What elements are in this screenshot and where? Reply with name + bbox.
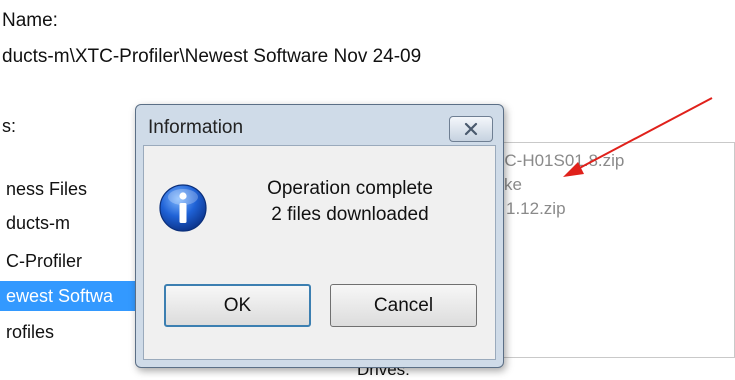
information-dialog: Information Operation complete 2 files d…	[135, 104, 504, 368]
directories-label: s:	[2, 116, 17, 136]
dialog-body: Operation complete 2 files downloaded OK…	[143, 145, 496, 360]
name-label: Name:	[2, 10, 58, 31]
info-icon	[159, 184, 207, 232]
ok-button[interactable]: OK	[164, 284, 311, 327]
directory-item[interactable]: ducts-m	[0, 208, 70, 238]
path-text: ducts-m\XTC-Profiler\Newest Software Nov…	[2, 46, 422, 67]
dialog-title: Information	[148, 117, 244, 138]
close-icon	[464, 122, 478, 136]
message-line-1: Operation complete	[267, 178, 433, 199]
directory-item[interactable]: C-Profiler	[0, 246, 82, 276]
message-line-2: 2 files downloaded	[271, 204, 429, 225]
file-item[interactable]: ke	[504, 175, 522, 195]
directory-item[interactable]: ness Files	[0, 174, 87, 204]
cancel-button[interactable]: Cancel	[330, 284, 477, 327]
dialog-message: Operation complete 2 files downloaded	[220, 176, 480, 228]
file-item[interactable]: 1.12.zip	[506, 199, 566, 219]
file-item[interactable]: TC-H01S01.8.zip	[494, 151, 624, 171]
close-button[interactable]	[449, 116, 493, 142]
directory-item[interactable]: rofiles	[0, 317, 54, 347]
